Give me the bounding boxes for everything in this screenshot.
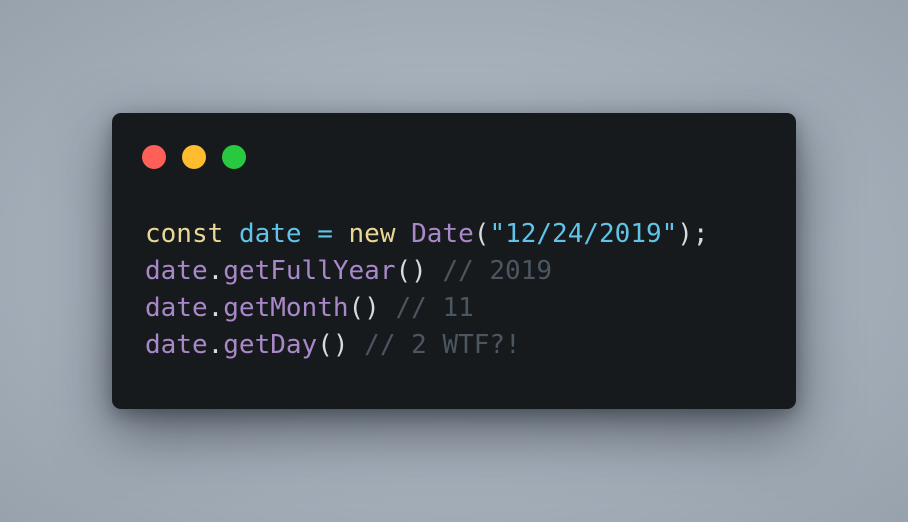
code-line-3: date.getMonth() // 11 <box>145 290 709 327</box>
call-parens: () <box>317 330 349 360</box>
comment-11: // 11 <box>395 293 474 323</box>
comment-2-wtf: // 2 WTF?! <box>364 330 521 360</box>
dot: . <box>207 256 224 286</box>
comment-2019: // 2019 <box>442 256 553 286</box>
call-parens: () <box>348 293 380 323</box>
keyword-new: new <box>348 219 396 249</box>
method-getfullyear: getFullYear <box>223 256 396 286</box>
dot: . <box>207 293 224 323</box>
code-window: const date = new Date("12/24/2019"); date… <box>112 113 796 409</box>
variable-date: date <box>238 219 302 249</box>
code-line-1: const date = new Date("12/24/2019"); <box>145 216 709 253</box>
class-date: Date <box>411 219 474 249</box>
call-parens: () <box>395 256 427 286</box>
maximize-button[interactable] <box>222 145 246 169</box>
close-paren-semicolon: ); <box>677 219 709 249</box>
object-date: date <box>145 293 208 323</box>
object-date: date <box>145 256 208 286</box>
object-date: date <box>145 330 208 360</box>
window-controls <box>142 145 246 169</box>
method-getday: getDay <box>223 330 318 360</box>
minimize-button[interactable] <box>182 145 206 169</box>
open-paren: ( <box>473 219 490 249</box>
operator-assign: = <box>317 219 333 249</box>
method-getmonth: getMonth <box>223 293 349 323</box>
code-block: const date = new Date("12/24/2019"); date… <box>145 216 709 364</box>
date-string: "12/24/2019" <box>489 219 678 249</box>
dot: . <box>207 330 224 360</box>
code-line-4: date.getDay() // 2 WTF?! <box>145 327 709 364</box>
code-line-2: date.getFullYear() // 2019 <box>145 253 709 290</box>
keyword-const: const <box>145 219 224 249</box>
close-button[interactable] <box>142 145 166 169</box>
